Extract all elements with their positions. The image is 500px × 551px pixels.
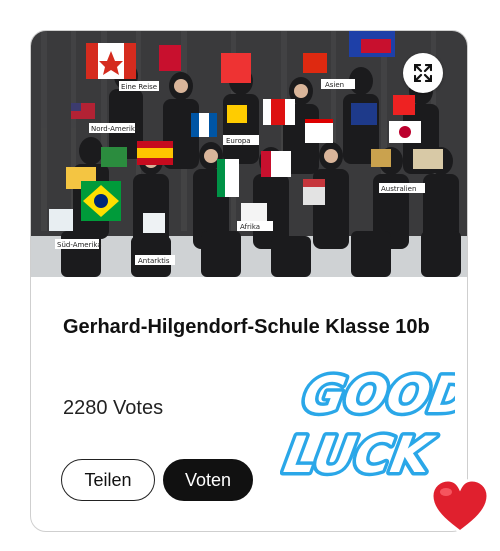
good-luck-sticker: GOOD GOOD LUCK LUCK: [280, 362, 455, 480]
vote-count: 2280 Votes: [63, 397, 164, 419]
entry-title: Gerhard-Hilgendorf-Schule Klasse 10b: [63, 316, 430, 338]
sign-label: Antarktis: [138, 257, 170, 265]
sign-label: Australien: [381, 185, 416, 193]
sign-label: Europa: [226, 137, 251, 145]
vote-button[interactable]: Voten: [163, 459, 253, 501]
sign-label: Afrika: [240, 223, 260, 231]
sign-label: Nord-Amerika: [91, 125, 139, 133]
sign-label: Asien: [325, 81, 344, 89]
share-button[interactable]: Teilen: [61, 459, 155, 501]
sign-label: Eine Reise: [121, 83, 157, 91]
sticker-line-1-fill: GOOD: [299, 365, 455, 424]
sticker-line-2-fill: LUCK: [280, 425, 439, 480]
sign-label: Süd-Amerika: [57, 241, 102, 249]
class-photo[interactable]: Eine Reise Nord-Amerika Süd-Amerika Anta…: [31, 31, 467, 277]
expand-icon: [414, 64, 432, 82]
expand-button[interactable]: [403, 53, 443, 93]
heart-icon: [430, 478, 490, 535]
